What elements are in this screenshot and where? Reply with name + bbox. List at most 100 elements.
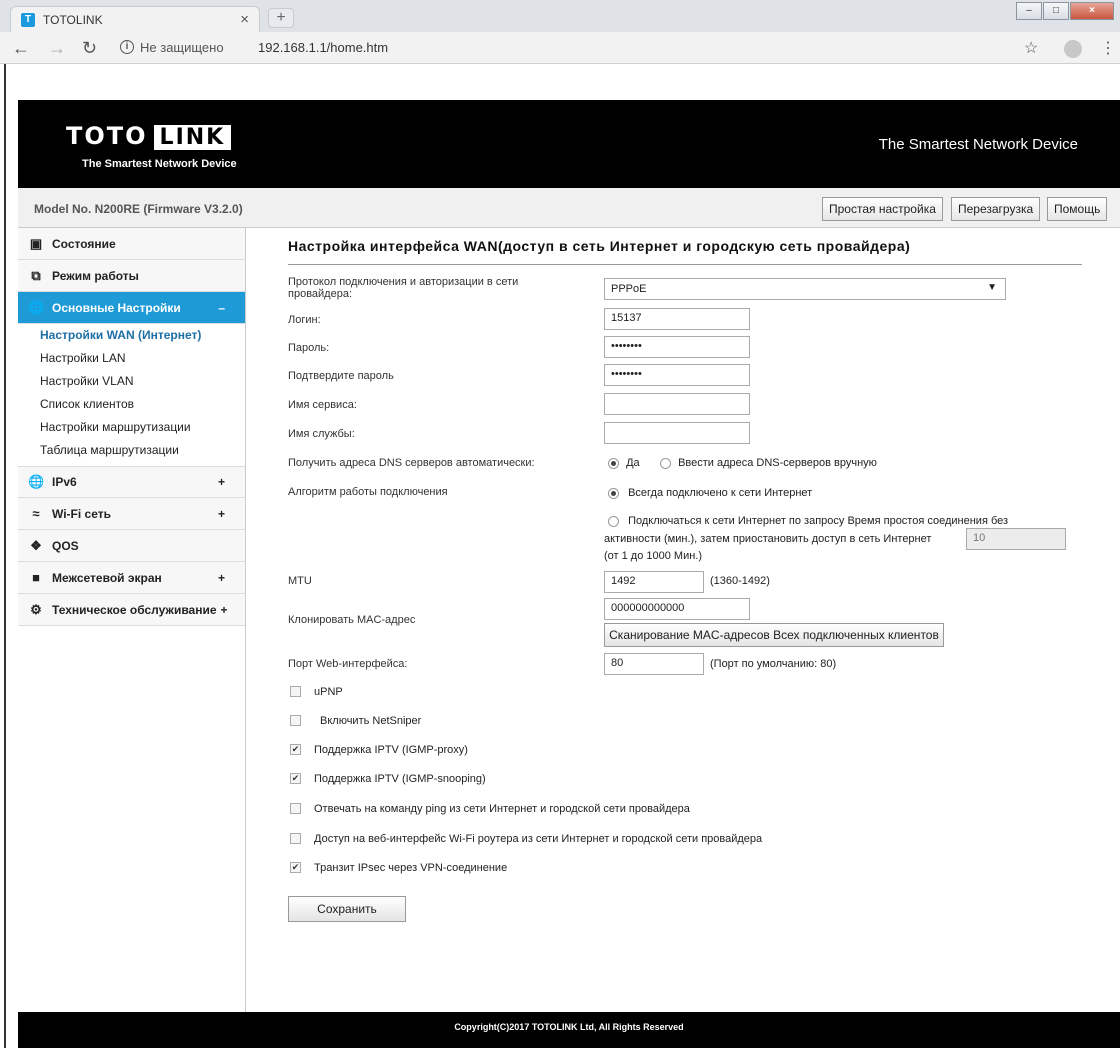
- dns-manual-label: Ввести адреса DNS-серверов вручную: [678, 457, 877, 469]
- sidebar-item-mode[interactable]: ⧉ Режим работы: [18, 260, 245, 292]
- remote-access-label: Доступ на веб-интерфейс Wi-Fi роутера из…: [314, 833, 763, 845]
- gear-icon: ⚙: [30, 601, 42, 617]
- monitor-icon: ▣: [29, 235, 43, 251]
- web-port-label: Порт Web-интерфейса:: [288, 658, 408, 670]
- iptv-proxy-checkbox[interactable]: ✔: [290, 744, 301, 755]
- logo-link: LINK: [153, 125, 232, 150]
- window-controls: – □ ×: [1016, 2, 1114, 20]
- sidebar-subitem-lan[interactable]: Настройки LAN: [18, 347, 245, 370]
- dns-auto-radio[interactable]: [608, 457, 619, 469]
- on-demand-option[interactable]: Подключаться к сети Интернет по запросу …: [608, 515, 1008, 527]
- sidebar-item-firewall[interactable]: ■ Межсетевой экран +: [18, 562, 245, 594]
- tab-title: TOTOLINK: [43, 13, 103, 27]
- sidebar-item-qos[interactable]: ❖ QOS: [18, 530, 245, 562]
- globe-icon: 🌐: [28, 299, 45, 315]
- close-tab-icon[interactable]: ×: [240, 11, 249, 28]
- sidebar-subitem-wan[interactable]: Настройки WAN (Интернет): [18, 324, 245, 347]
- service-input[interactable]: [604, 422, 750, 444]
- expand-icon[interactable]: +: [218, 507, 225, 521]
- forward-icon[interactable]: →: [48, 38, 66, 59]
- dns-yes-label: Да: [626, 457, 640, 469]
- mtu-input[interactable]: 1492: [604, 571, 704, 593]
- url-text[interactable]: 192.168.1.1/home.htm: [258, 40, 388, 55]
- sidebar-subitem-routing-table[interactable]: Таблица маршрутизации: [18, 439, 245, 462]
- window-edge: [0, 64, 6, 1048]
- info-icon[interactable]: i: [120, 40, 134, 54]
- reload-icon[interactable]: ↻: [82, 38, 97, 59]
- on-demand-radio[interactable]: [608, 515, 619, 527]
- ipsec-passthrough-label: Транзит IPsec через VPN-соединение: [314, 862, 508, 874]
- expand-icon[interactable]: +: [221, 603, 228, 617]
- dns-auto-option[interactable]: Да: [608, 457, 640, 469]
- idle-time-input[interactable]: 10: [966, 528, 1066, 550]
- upnp-label: uPNP: [314, 686, 343, 698]
- chevron-down-icon: ▼: [987, 282, 997, 293]
- browser-tab[interactable]: T TOTOLINK ×: [10, 6, 260, 32]
- globe-icon: 🌐: [28, 474, 45, 489]
- reboot-button[interactable]: Перезагрузка: [951, 197, 1041, 221]
- security-label: Не защищено: [140, 40, 224, 55]
- always-connected-label: Всегда подключено к сети Интернет: [628, 487, 813, 499]
- back-icon[interactable]: ←: [12, 38, 30, 59]
- scan-mac-button[interactable]: Сканирование MAC-адресов Всех подключенн…: [604, 623, 944, 647]
- sidebar-item-ipv6[interactable]: 🌐 IPv6 +: [18, 466, 245, 498]
- dns-manual-radio[interactable]: [660, 457, 671, 469]
- sidebar-subitem-vlan[interactable]: Настройки VLAN: [18, 370, 245, 393]
- maximize-icon[interactable]: □: [1043, 2, 1069, 20]
- menu-icon[interactable]: ⋮: [1100, 38, 1116, 58]
- new-tab-button[interactable]: +: [268, 8, 294, 28]
- service-name-label: Имя сервиса:: [288, 399, 357, 411]
- password-label: Пароль:: [288, 342, 330, 354]
- qos-icon: ❖: [30, 537, 42, 553]
- save-button[interactable]: Сохранить: [288, 896, 406, 922]
- minimize-icon[interactable]: –: [1016, 2, 1042, 20]
- sidebar-item-label: Основные Настройки: [52, 300, 181, 315]
- iptv-snooping-checkbox[interactable]: ✔: [290, 773, 301, 784]
- model-bar: Model No. N200RE (Firmware V3.2.0) Прост…: [18, 188, 1120, 228]
- web-port-default: (Порт по умолчанию: 80): [710, 658, 837, 670]
- ipsec-passthrough-checkbox[interactable]: ✔: [290, 862, 301, 873]
- sidebar-item-label: Режим работы: [52, 268, 139, 283]
- expand-icon[interactable]: +: [218, 475, 225, 489]
- help-button[interactable]: Помощь: [1047, 197, 1108, 221]
- collapse-icon[interactable]: –: [218, 301, 225, 315]
- mac-input[interactable]: 000000000000: [604, 598, 750, 620]
- dns-manual-option[interactable]: Ввести адреса DNS-серверов вручную: [660, 457, 877, 469]
- password-input[interactable]: ••••••••: [604, 336, 750, 358]
- login-input[interactable]: 15137: [604, 308, 750, 330]
- always-connected-radio[interactable]: [608, 487, 619, 499]
- always-connected-option[interactable]: Всегда подключено к сети Интернет: [608, 487, 812, 499]
- service-name-input[interactable]: [604, 393, 750, 415]
- star-icon[interactable]: ☆: [1024, 38, 1038, 58]
- netsniper-label: Включить NetSniper: [320, 715, 422, 727]
- footer: Copyright(C)2017 TOTOLINK Ltd, All Right…: [18, 1012, 1120, 1048]
- window-close-icon[interactable]: ×: [1070, 2, 1114, 20]
- netsniper-checkbox[interactable]: [290, 715, 301, 726]
- ping-response-checkbox[interactable]: [290, 803, 301, 814]
- protocol-label: Протокол подключения и авторизации в сет…: [288, 276, 519, 300]
- sidebar-subitem-clients[interactable]: Список клиентов: [18, 393, 245, 416]
- mtu-label: MTU: [288, 575, 312, 587]
- web-port-input[interactable]: 80: [604, 653, 704, 675]
- remote-access-checkbox[interactable]: [290, 833, 301, 844]
- omnibox[interactable]: i Не защищено 192.168.1.1/home.htm: [116, 36, 1040, 60]
- sidebar-subitem-routing[interactable]: Настройки маршрутизации: [18, 416, 245, 439]
- upnp-checkbox[interactable]: [290, 686, 301, 697]
- router-header: TOTO LINK The Smartest Network Device The…: [18, 100, 1120, 188]
- sidebar-item-label: Техническое обслуживание: [52, 602, 217, 617]
- on-demand-label: Подключаться к сети Интернет по запросу …: [628, 515, 1009, 527]
- logo-toto: TOTO: [66, 122, 148, 150]
- protocol-select[interactable]: PPPoE ▼: [604, 278, 1006, 300]
- sidebar-item-label: Состояние: [52, 236, 116, 251]
- avatar-icon[interactable]: [1064, 40, 1082, 58]
- title-divider: [288, 264, 1082, 265]
- sidebar-item-status[interactable]: ▣ Состояние: [18, 228, 245, 260]
- sidebar-item-wifi[interactable]: ≈ Wi-Fi сеть +: [18, 498, 245, 530]
- sidebar-item-basic-settings[interactable]: 🌐 Основные Настройки –: [18, 292, 245, 324]
- expand-icon[interactable]: +: [218, 571, 225, 585]
- logo-tagline: The Smartest Network Device: [82, 158, 237, 170]
- confirm-password-input[interactable]: ••••••••: [604, 364, 750, 386]
- quick-setup-button[interactable]: Простая настройка: [822, 197, 943, 221]
- sidebar-item-maintenance[interactable]: ⚙ Техническое обслуживание +: [18, 594, 245, 626]
- iptv-proxy-label: Поддержка IPTV (IGMP-proxy): [314, 744, 468, 756]
